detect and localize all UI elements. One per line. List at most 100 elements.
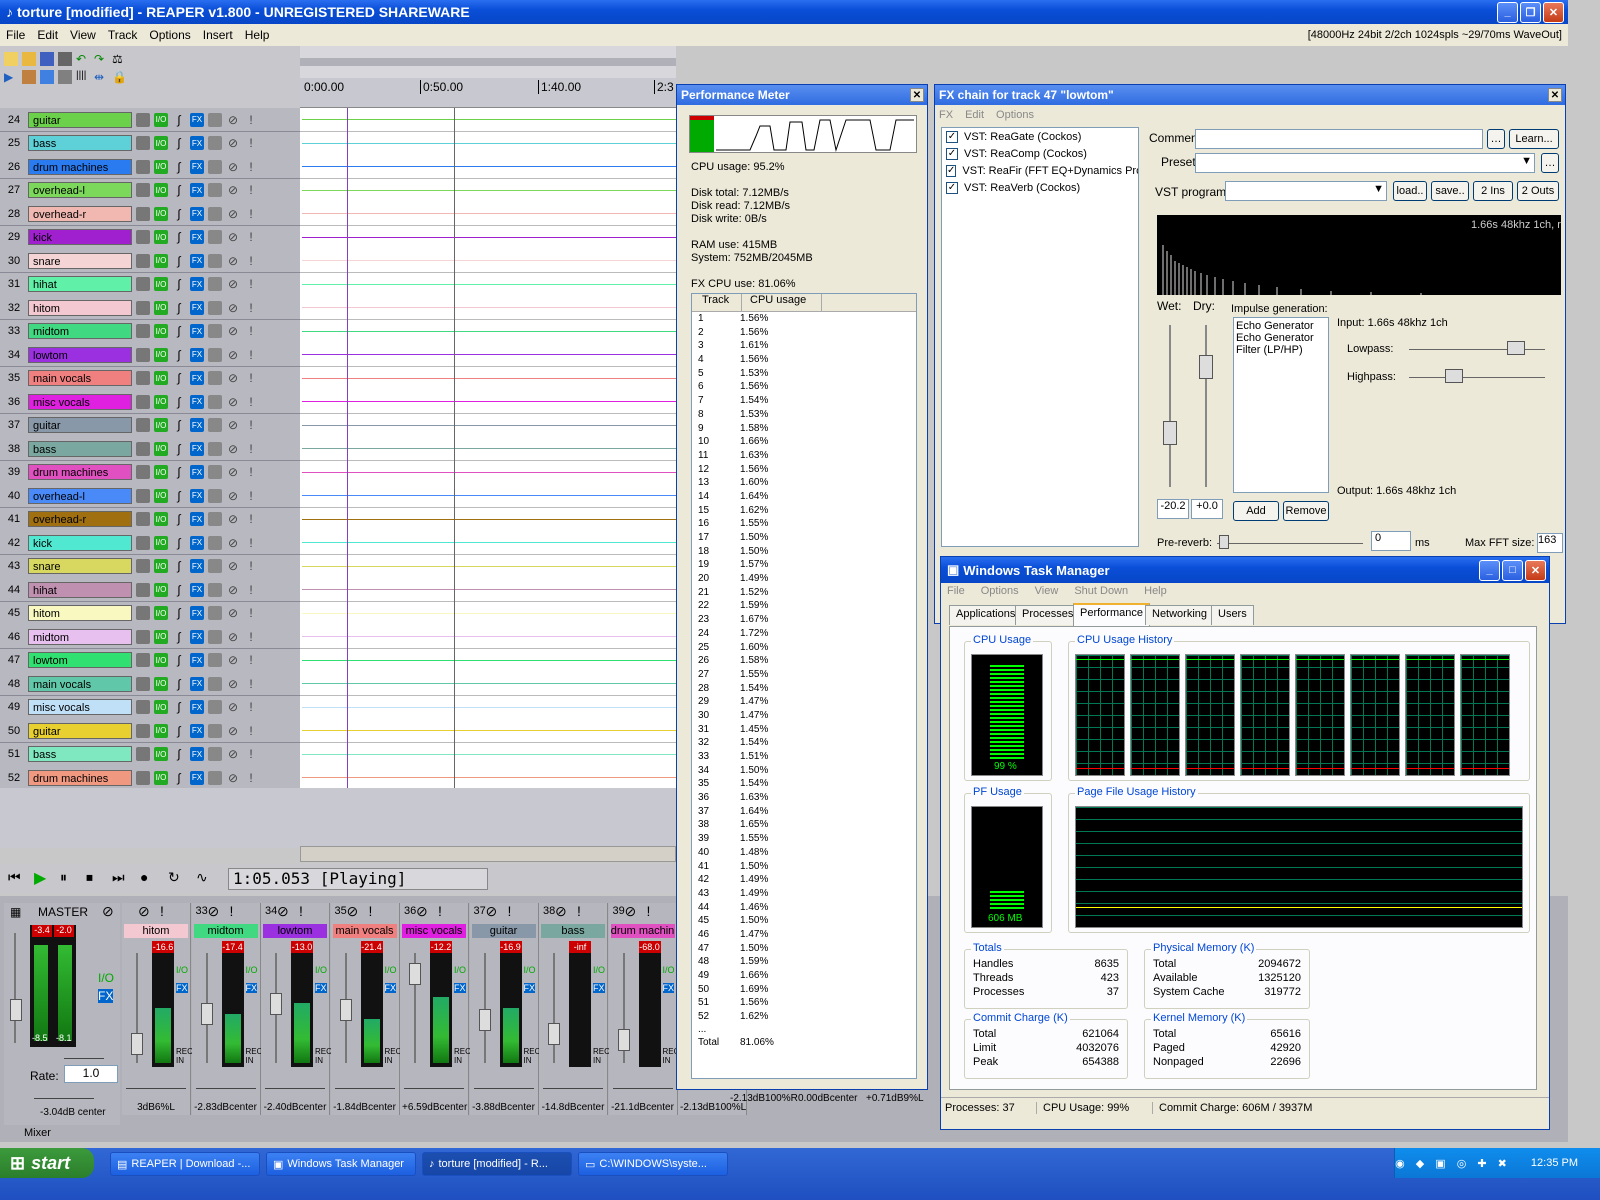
record-arm-icon[interactable]: !	[244, 724, 258, 738]
io-icon[interactable]: I/O	[154, 653, 168, 667]
mute-icon[interactable]	[208, 723, 222, 738]
phase-icon[interactable]: ⊘	[226, 254, 240, 268]
mute-icon[interactable]	[208, 676, 222, 691]
envelope-icon[interactable]: ∫	[172, 230, 186, 244]
empty-track-area[interactable]	[0, 788, 676, 848]
fx-icon[interactable]: FX	[190, 230, 204, 244]
record-arm-icon[interactable]: !	[244, 630, 258, 644]
track-lane[interactable]	[300, 554, 676, 579]
track-lane[interactable]	[300, 249, 676, 273]
strip-fader[interactable]	[339, 999, 352, 1021]
track-lane[interactable]	[300, 155, 676, 179]
io-icon[interactable]: I/O	[154, 582, 168, 597]
envelope-icon[interactable]: ∫	[172, 653, 186, 667]
track-header[interactable]: 51 bass I/O ∫ FX ⊘!	[0, 742, 300, 767]
menu-help[interactable]: Help	[239, 28, 276, 42]
track-header[interactable]: 25 bass I/O ∫ FX ⊘!	[0, 131, 300, 156]
mute-icon[interactable]	[208, 136, 222, 150]
io-icon[interactable]: I/O	[154, 465, 168, 479]
track-header[interactable]: 34 lowtom I/O ∫ FX ⊘!	[0, 343, 300, 367]
io-icon[interactable]: I/O	[154, 441, 168, 456]
phase-icon[interactable]: ⊘	[226, 489, 240, 503]
mute-icon[interactable]	[208, 629, 222, 644]
io-icon[interactable]: I/O	[154, 230, 168, 244]
impulse-gen-item[interactable]: Filter (LP/HP)	[1236, 344, 1326, 356]
fx-icon[interactable]: FX	[190, 159, 204, 174]
phase-icon[interactable]: ⊘	[226, 512, 240, 526]
phase-icon[interactable]: ⊘	[208, 903, 220, 920]
fx-icon[interactable]: FX	[190, 465, 204, 479]
fx-menu-options[interactable]: Options	[996, 109, 1034, 121]
folder-icon[interactable]	[136, 418, 150, 432]
fx-icon[interactable]: FX	[190, 253, 204, 268]
track-header[interactable]: 33 midtom I/O ∫ FX ⊘!	[0, 319, 300, 344]
track-lane[interactable]	[300, 131, 676, 156]
io-icon[interactable]: I/O	[154, 136, 168, 150]
track-lane[interactable]	[300, 272, 676, 297]
io-icon[interactable]: I/O	[154, 418, 168, 432]
restore-button[interactable]: ❐	[1520, 1, 1541, 23]
track-lane[interactable]	[300, 437, 676, 461]
new-project-icon[interactable]	[4, 52, 18, 66]
fx-icon[interactable]: FX	[593, 983, 605, 993]
prereverb-input[interactable]: 0	[1371, 531, 1411, 551]
track-lane[interactable]	[300, 460, 676, 485]
track-name[interactable]: overhead-r	[28, 511, 132, 527]
phase-icon[interactable]: ⊘	[226, 465, 240, 479]
taskbar-item-task-manager[interactable]: ▣ Windows Task Manager	[266, 1152, 416, 1176]
phase-icon[interactable]: ⊘	[226, 348, 240, 362]
close-button[interactable]: ✕	[1543, 1, 1564, 23]
envelope-icon[interactable]: ∫	[172, 395, 186, 409]
mixer-settings-icon[interactable]: ▦	[10, 905, 21, 919]
mute-icon[interactable]	[208, 512, 222, 526]
folder-icon[interactable]	[136, 441, 150, 456]
phase-icon[interactable]: ⊘	[486, 903, 498, 920]
fx-icon[interactable]: FX	[384, 983, 397, 993]
io-icon[interactable]: I/O	[154, 700, 168, 714]
phase-icon[interactable]: ⊘	[226, 630, 240, 644]
undo-icon[interactable]: ↶	[76, 52, 90, 66]
fx-icon[interactable]: FX	[190, 371, 204, 385]
menu-file[interactable]: File	[0, 28, 31, 42]
track-lane[interactable]	[300, 766, 676, 790]
pan-slider[interactable]	[543, 1081, 603, 1089]
record-arm-icon[interactable]: !	[244, 606, 258, 620]
track-lane[interactable]	[300, 178, 676, 203]
ins-button[interactable]: 2 Ins	[1473, 181, 1513, 201]
folder-icon[interactable]	[136, 371, 150, 385]
folder-icon[interactable]	[136, 159, 150, 174]
lock-icon[interactable]	[58, 70, 72, 84]
track-lane[interactable]	[300, 366, 676, 391]
io-icon[interactable]: I/O	[593, 965, 605, 975]
track-header[interactable]: 47 lowtom I/O ∫ FX ⊘!	[0, 648, 300, 673]
mute-icon[interactable]	[208, 277, 222, 291]
track-name[interactable]: overhead-r	[28, 205, 132, 222]
taskbar-item-reaper-download[interactable]: ▤ REAPER | Download -...	[110, 1152, 260, 1176]
taskbar-item-cmd[interactable]: ▭ C:\WINDOWS\syste...	[578, 1152, 728, 1176]
mute-icon[interactable]	[208, 253, 222, 268]
horizontal-scrollbar[interactable]	[300, 846, 676, 862]
preset-menu-button[interactable]: …	[1541, 153, 1559, 173]
folder-icon[interactable]	[136, 676, 150, 691]
track-lane[interactable]	[300, 625, 676, 649]
track-header[interactable]: 39 drum machines I/O ∫ FX ⊘!	[0, 460, 300, 485]
outs-button[interactable]: 2 Outs	[1517, 181, 1559, 201]
track-header[interactable]: 41 overhead-r I/O ∫ FX ⊘!	[0, 507, 300, 532]
rate-input[interactable]: 1.0	[64, 1065, 118, 1083]
fx-plugin-item[interactable]: ✓ VST: ReaGate (Cockos)	[942, 128, 1138, 145]
fx-icon[interactable]: FX	[190, 206, 204, 221]
checkbox-checked-icon[interactable]: ✓	[946, 130, 958, 143]
fx-icon[interactable]: FX	[190, 559, 204, 573]
project-settings-icon[interactable]	[58, 52, 72, 66]
track-lane[interactable]	[300, 108, 676, 132]
menu-edit[interactable]: Edit	[31, 28, 64, 42]
phase-icon[interactable]: ⊘	[226, 183, 240, 197]
track-header[interactable]: 46 midtom I/O ∫ FX ⊘!	[0, 625, 300, 649]
fx-icon[interactable]: FX	[454, 983, 466, 993]
envelope-icon[interactable]: ∫	[172, 700, 186, 714]
maxfft-input[interactable]: 163	[1537, 533, 1563, 553]
envelope-icon[interactable]: ∫	[172, 160, 186, 174]
track-header[interactable]: 32 hitom I/O ∫ FX ⊘!	[0, 296, 300, 320]
phase-icon[interactable]: ⊘	[226, 747, 240, 761]
mute-icon[interactable]	[208, 347, 222, 362]
